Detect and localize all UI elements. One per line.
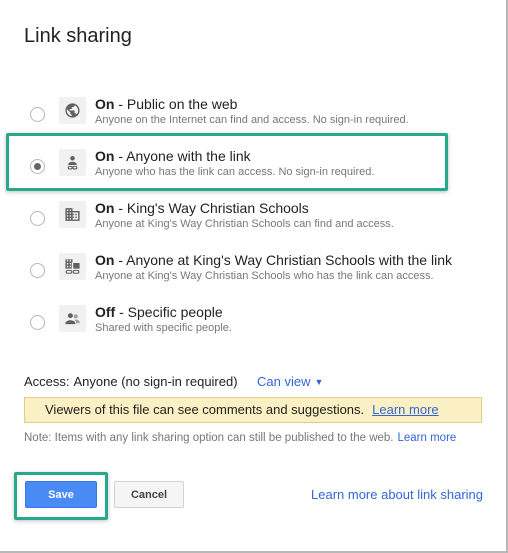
globe-icon xyxy=(59,97,86,124)
option-description: Anyone at King's Way Christian Schools w… xyxy=(95,270,434,282)
option-description: Shared with specific people. xyxy=(95,322,232,334)
access-label: Access: xyxy=(24,374,70,389)
radio-button[interactable] xyxy=(30,107,45,122)
comments-warning-banner: Viewers of this file can see comments an… xyxy=(24,397,482,423)
option-org-with-link[interactable]: On - Anyone at King's Way Christian Scho… xyxy=(28,252,478,298)
access-row: Access: Anyone (no sign-in required) xyxy=(24,374,238,389)
radio-button[interactable] xyxy=(30,315,45,330)
permission-dropdown[interactable]: Can view ▼ xyxy=(257,374,323,389)
dialog-title: Link sharing xyxy=(24,25,132,47)
permission-dropdown-label: Can view xyxy=(257,374,311,389)
option-title: On - Anyone at King's Way Christian Scho… xyxy=(95,252,452,268)
radio-button[interactable] xyxy=(30,211,45,226)
warning-learn-more-link[interactable]: Learn more xyxy=(372,402,438,417)
option-title: Off - Specific people xyxy=(95,304,223,320)
option-title: On - King's Way Christian Schools xyxy=(95,200,309,216)
learn-more-link-sharing[interactable]: Learn more about link sharing xyxy=(311,487,483,502)
note-learn-more-link[interactable]: Learn more xyxy=(397,432,456,444)
building-icon xyxy=(59,201,86,228)
save-highlight xyxy=(14,472,108,520)
cancel-button[interactable]: Cancel xyxy=(114,481,184,508)
selection-highlight xyxy=(6,133,448,191)
link-sharing-dialog: Link sharing On - Public on the web Anyo… xyxy=(0,0,508,553)
radio-button[interactable] xyxy=(30,263,45,278)
option-title: On - Public on the web xyxy=(95,96,238,112)
chevron-down-icon: ▼ xyxy=(314,377,324,387)
option-description: Anyone on the Internet can find and acce… xyxy=(95,114,409,126)
option-specific-people[interactable]: Off - Specific people Shared with specif… xyxy=(28,304,478,350)
note-text: Note: Items with any link sharing option… xyxy=(24,432,394,444)
building-link-icon xyxy=(59,253,86,280)
access-value: Anyone (no sign-in required) xyxy=(73,374,238,389)
option-description: Anyone at King's Way Christian Schools c… xyxy=(95,218,394,230)
warning-text: Viewers of this file can see comments an… xyxy=(45,402,365,417)
publish-note: Note: Items with any link sharing option… xyxy=(24,432,456,444)
people-icon xyxy=(59,305,86,332)
option-org-wide[interactable]: On - King's Way Christian Schools Anyone… xyxy=(28,200,478,246)
